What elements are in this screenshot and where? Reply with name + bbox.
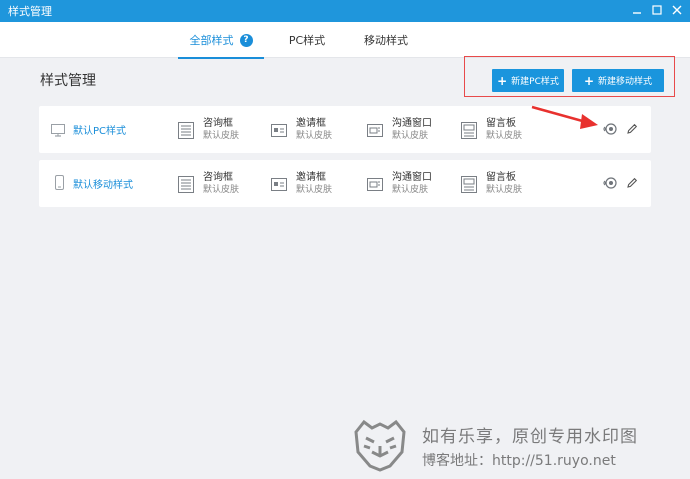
widget-consult[interactable]: 咨询框 默认皮肤 xyxy=(178,172,239,196)
widget-skin: 默认皮肤 xyxy=(203,185,240,195)
message-board-icon xyxy=(461,121,477,139)
invite-box-icon xyxy=(271,122,287,139)
widget-invite[interactable]: 邀请框 默认皮肤 xyxy=(271,172,332,196)
tiger-logo-icon xyxy=(354,419,406,472)
preview-icon[interactable] xyxy=(601,175,617,191)
widget-skin: 默认皮肤 xyxy=(203,131,240,141)
button-label: 新建移动样式 xyxy=(598,77,653,87)
minimize-icon[interactable] xyxy=(630,3,644,17)
monitor-icon xyxy=(51,122,65,141)
style-name[interactable]: 默认PC样式 xyxy=(73,106,126,153)
annotation-arrow xyxy=(531,105,598,129)
consult-box-icon xyxy=(178,175,194,193)
help-icon[interactable]: ? xyxy=(239,33,253,47)
maximize-icon[interactable] xyxy=(650,3,664,17)
new-pc-style-button[interactable]: + 新建PC样式 xyxy=(492,69,564,92)
consult-box-icon xyxy=(178,121,194,139)
tab-all-styles[interactable]: 全部样式 ? xyxy=(178,22,264,59)
widget-skin: 默认皮肤 xyxy=(392,185,429,195)
widget-title: 沟通窗口 xyxy=(392,172,432,183)
tab-label: PC样式 xyxy=(288,34,326,47)
widget-title: 咨询框 xyxy=(203,118,233,129)
plus-icon: + xyxy=(497,73,508,88)
mobile-icon xyxy=(55,175,64,194)
widget-message-board[interactable]: 留言板 默认皮肤 xyxy=(461,118,522,142)
watermark: 如有乐享，原创专用水印图 博客地址：http://51.ruyo.net xyxy=(350,418,638,473)
tab-pc-styles[interactable]: PC样式 xyxy=(282,22,332,58)
tab-bar: 全部样式 ? PC样式 移动样式 xyxy=(0,22,690,59)
page-title: 样式管理 xyxy=(40,73,96,89)
widget-chat-window[interactable]: 沟通窗口 默认皮肤 xyxy=(367,172,432,196)
tab-label: 全部样式 xyxy=(189,34,234,47)
watermark-line1: 如有乐享，原创专用水印图 xyxy=(422,426,638,447)
widget-chat-window[interactable]: 沟通窗口 默认皮肤 xyxy=(367,118,432,142)
window-controls xyxy=(630,3,684,17)
new-mobile-style-button[interactable]: + 新建移动样式 xyxy=(572,69,664,92)
widget-skin: 默认皮肤 xyxy=(296,131,333,141)
widget-title: 邀请框 xyxy=(296,172,326,183)
window-titlebar: 样式管理 xyxy=(0,0,690,22)
chat-window-icon xyxy=(367,176,383,193)
invite-box-icon xyxy=(271,176,287,193)
widget-skin: 默认皮肤 xyxy=(296,185,333,195)
widget-consult[interactable]: 咨询框 默认皮肤 xyxy=(178,118,239,142)
widget-title: 邀请框 xyxy=(296,118,326,129)
tab-label: 移动样式 xyxy=(364,34,408,47)
widget-title: 咨询框 xyxy=(203,172,233,183)
chat-window-icon xyxy=(367,122,383,139)
tab-mobile-styles[interactable]: 移动样式 xyxy=(358,22,414,58)
widget-skin: 默认皮肤 xyxy=(486,185,523,195)
widget-skin: 默认皮肤 xyxy=(486,131,523,141)
widget-message-board[interactable]: 留言板 默认皮肤 xyxy=(461,172,522,196)
message-board-icon xyxy=(461,175,477,193)
edit-icon[interactable] xyxy=(624,121,640,137)
widget-skin: 默认皮肤 xyxy=(392,131,429,141)
style-name[interactable]: 默认移动样式 xyxy=(73,160,133,207)
widget-title: 留言板 xyxy=(486,172,516,183)
widget-title: 留言板 xyxy=(486,118,516,129)
edit-icon[interactable] xyxy=(624,175,640,191)
preview-icon[interactable] xyxy=(601,121,617,137)
widget-invite[interactable]: 邀请框 默认皮肤 xyxy=(271,118,332,142)
window-title: 样式管理 xyxy=(8,5,52,18)
plus-icon: + xyxy=(583,73,595,88)
widget-title: 沟通窗口 xyxy=(392,118,432,129)
style-card-mobile: 默认移动样式 咨询框 默认皮肤 邀请框 默认皮肤 沟通窗口 默认皮肤 留言板 默… xyxy=(39,160,651,207)
button-label: 新建PC样式 xyxy=(511,77,559,87)
close-icon[interactable] xyxy=(670,3,684,17)
watermark-line2: 博客地址：http://51.ruyo.net xyxy=(422,452,616,469)
